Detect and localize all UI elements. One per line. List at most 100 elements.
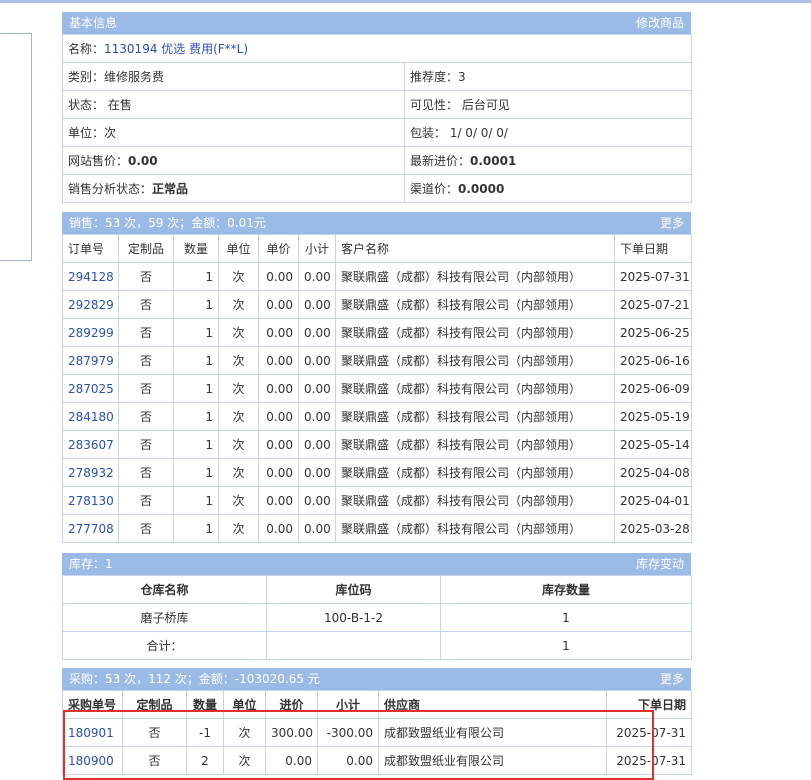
sales-row: 278130 否 1 次 0.00 0.00 聚联鼎盛（成都）科技有限公司（内部领用） 202… bbox=[62, 486, 692, 515]
subtotal: 0.00 bbox=[298, 290, 336, 319]
order-no-link[interactable]: 284180 bbox=[62, 402, 119, 431]
subtotal: 0.00 bbox=[298, 318, 336, 347]
sales-status-value: 正常品 bbox=[152, 182, 189, 196]
product-name-link[interactable]: 1130194 优选 费用(F**L) bbox=[104, 42, 248, 56]
stock-title: 库存：1 bbox=[69, 557, 113, 571]
customer-name: 聚联鼎盛（成都）科技有限公司（内部领用） bbox=[335, 430, 615, 459]
order-no-link[interactable]: 287979 bbox=[62, 346, 119, 375]
po-no-link[interactable]: 180900 bbox=[62, 746, 123, 775]
order-date: 2025-04-08 bbox=[614, 458, 692, 487]
sales-more-link[interactable]: 更多 bbox=[660, 212, 684, 234]
sales-title: 销售：53 次，59 次；金额：0.01元 bbox=[69, 216, 266, 230]
site-price-label: 网站售价： bbox=[68, 154, 129, 168]
po-no-link[interactable]: 180901 bbox=[62, 718, 123, 747]
order-date: 2025-07-21 bbox=[614, 290, 692, 319]
order-no-link[interactable]: 294128 bbox=[62, 262, 119, 291]
sales-row: 277708 否 1 次 0.00 0.00 聚联鼎盛（成都）科技有限公司（内部领用） 202… bbox=[62, 514, 692, 543]
order-no-link[interactable]: 278932 bbox=[62, 458, 119, 487]
po-custom-flag: 否 bbox=[122, 718, 187, 747]
sales-table: 订单号 定制品 数量 单位 单价 小计 客户名称 下单日期 294128 否 1 次 0… bbox=[62, 234, 692, 543]
unit-price: 0.00 bbox=[258, 514, 299, 543]
order-no-link[interactable]: 292829 bbox=[62, 290, 119, 319]
custom-flag: 否 bbox=[118, 514, 174, 543]
order-no-link[interactable]: 283607 bbox=[62, 430, 119, 459]
unit-price: 0.00 bbox=[258, 402, 299, 431]
col-subtotal: 小计 bbox=[298, 234, 336, 263]
po-unit: 次 bbox=[223, 718, 266, 747]
customer-name: 聚联鼎盛（成都）科技有限公司（内部领用） bbox=[335, 290, 615, 319]
custom-flag: 否 bbox=[118, 458, 174, 487]
package-cell: 包装： 1/ 0/ 0/ 0/ bbox=[403, 118, 693, 147]
custom-flag: 否 bbox=[118, 262, 174, 291]
order-date: 2025-07-31 bbox=[614, 262, 692, 291]
po-date: 2025-07-31 bbox=[606, 718, 692, 747]
col-price: 单价 bbox=[258, 234, 299, 263]
col-po-subtotal: 小计 bbox=[317, 690, 379, 719]
basic-info-panel: 基本信息 修改商品 名称：1130194 优选 费用(F**L) 类别：维修服务… bbox=[61, 12, 693, 203]
col-po-custom: 定制品 bbox=[122, 690, 187, 719]
unit-price: 0.00 bbox=[258, 486, 299, 515]
custom-flag: 否 bbox=[118, 430, 174, 459]
order-date: 2025-06-09 bbox=[614, 374, 692, 403]
col-custom: 定制品 bbox=[118, 234, 174, 263]
stock-total-row: 合计： 1 bbox=[62, 631, 692, 660]
purchase-header: 采购：53 次，112 次；金额：-103020.65 元 更多 bbox=[62, 668, 691, 690]
total-value: 1 bbox=[440, 631, 692, 660]
sales-status-cell: 销售分析状态：正常品 bbox=[62, 174, 405, 203]
basic-info-header: 基本信息 修改商品 bbox=[62, 12, 691, 34]
order-date: 2025-04-01 bbox=[614, 486, 692, 515]
subtotal: 0.00 bbox=[298, 458, 336, 487]
subtotal: 0.00 bbox=[298, 402, 336, 431]
order-no-link[interactable]: 278130 bbox=[62, 486, 119, 515]
order-date: 2025-06-25 bbox=[614, 318, 692, 347]
site-price-cell: 网站售价：0.00 bbox=[62, 146, 405, 175]
po-quantity: -1 bbox=[186, 718, 224, 747]
purchase-header-row: 采购单号 定制品 数量 单位 进价 小计 供应商 下单日期 bbox=[62, 690, 692, 719]
sales-row: 283607 否 1 次 0.00 0.00 聚联鼎盛（成都）科技有限公司（内部领用） 202… bbox=[62, 430, 692, 459]
quantity: 1 bbox=[173, 402, 219, 431]
sales-header-row: 订单号 定制品 数量 单位 单价 小计 客户名称 下单日期 bbox=[62, 234, 692, 263]
unit: 次 bbox=[218, 514, 259, 543]
sales-row: 294128 否 1 次 0.00 0.00 聚联鼎盛（成都）科技有限公司（内部领用） 202… bbox=[62, 262, 692, 291]
purchase-panel: 采购：53 次，112 次；金额：-103020.65 元 更多 采购单号 定制… bbox=[62, 668, 692, 775]
subtotal: 0.00 bbox=[298, 514, 336, 543]
quantity: 1 bbox=[173, 430, 219, 459]
total-empty bbox=[266, 631, 441, 660]
po-unit: 次 bbox=[223, 746, 266, 775]
unit: 次 bbox=[218, 486, 259, 515]
customer-name: 聚联鼎盛（成都）科技有限公司（内部领用） bbox=[335, 346, 615, 375]
col-po-qty: 数量 bbox=[186, 690, 224, 719]
purchase-row: 180901 否 -1 次 300.00 -300.00 成都致盟纸业有限公司 2025-07… bbox=[62, 718, 692, 747]
po-price: 0.00 bbox=[265, 746, 318, 775]
unit-price: 0.00 bbox=[258, 290, 299, 319]
basic-info-table: 名称：1130194 优选 费用(F**L) 类别：维修服务费 推荐度：3 状态… bbox=[61, 34, 693, 203]
top-border bbox=[0, 0, 811, 3]
order-no-link[interactable]: 277708 bbox=[62, 514, 119, 543]
unit-price: 0.00 bbox=[258, 346, 299, 375]
sales-row: 289299 否 1 次 0.00 0.00 聚联鼎盛（成都）科技有限公司（内部领用） 202… bbox=[62, 318, 692, 347]
sales-status-label: 销售分析状态： bbox=[68, 182, 153, 196]
customer-name: 聚联鼎盛（成都）科技有限公司（内部领用） bbox=[335, 402, 615, 431]
edit-product-link[interactable]: 修改商品 bbox=[636, 12, 684, 34]
po-subtotal: 0.00 bbox=[317, 746, 379, 775]
stock-header-row: 仓库名称 库位码 库存数量 bbox=[62, 575, 692, 604]
stock-panel: 库存：1 库存变动 仓库名称 库位码 库存数量 磨子桥库 100-B-1-2 1… bbox=[62, 553, 692, 660]
status-cell: 状态： 在售 bbox=[62, 90, 405, 119]
stock-change-link[interactable]: 库存变动 bbox=[636, 553, 684, 575]
category-cell: 类别：维修服务费 bbox=[62, 62, 405, 91]
latest-cost-label: 最新进价： bbox=[410, 154, 471, 168]
stock-row: 磨子桥库 100-B-1-2 1 bbox=[62, 603, 692, 632]
order-no-link[interactable]: 289299 bbox=[62, 318, 119, 347]
subtotal: 0.00 bbox=[298, 346, 336, 375]
basic-info-title: 基本信息 bbox=[69, 16, 118, 30]
channel-price-label: 渠道价： bbox=[410, 182, 459, 196]
col-po-no: 采购单号 bbox=[62, 690, 123, 719]
purchase-more-link[interactable]: 更多 bbox=[660, 668, 684, 690]
col-customer: 客户名称 bbox=[335, 234, 615, 263]
location-code: 100-B-1-2 bbox=[266, 603, 441, 632]
recommend-cell: 推荐度：3 bbox=[403, 62, 693, 91]
channel-price-cell: 渠道价：0.0000 bbox=[403, 174, 693, 203]
customer-name: 聚联鼎盛（成都）科技有限公司（内部领用） bbox=[335, 514, 615, 543]
latest-cost-value: 0.0001 bbox=[470, 154, 517, 168]
order-no-link[interactable]: 287025 bbox=[62, 374, 119, 403]
